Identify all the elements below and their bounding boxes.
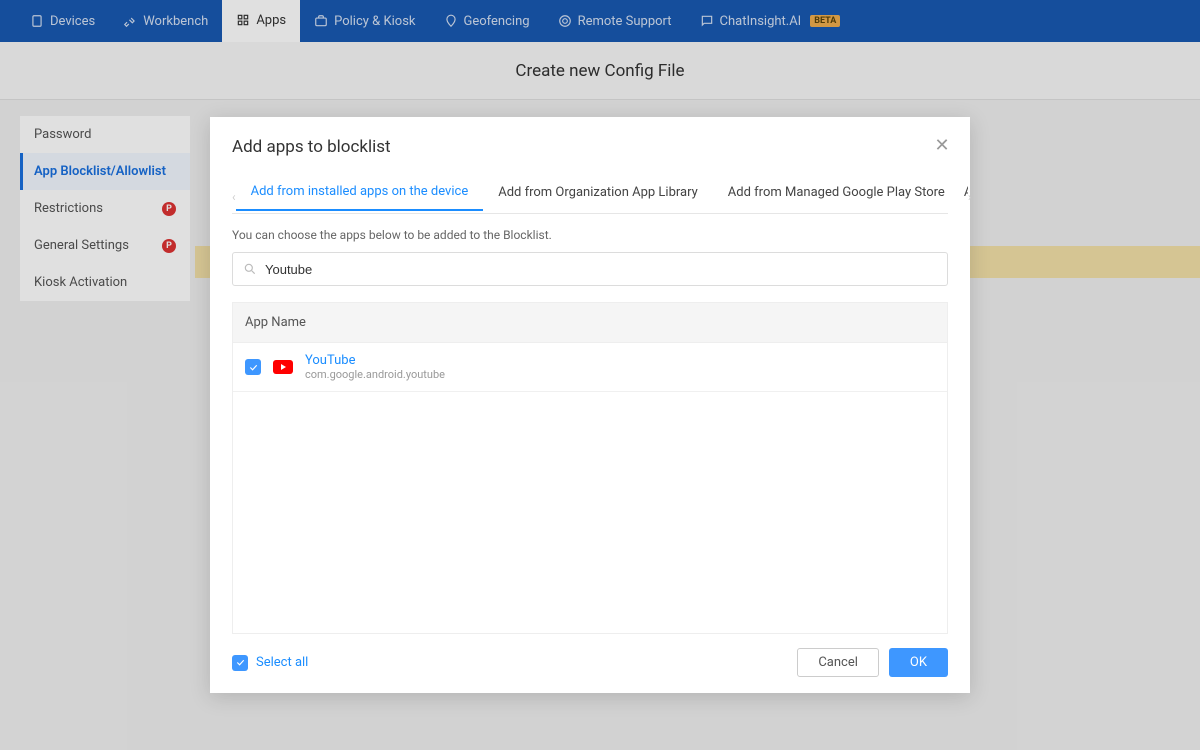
- close-button[interactable]: ✕: [932, 135, 952, 155]
- button-label: OK: [910, 655, 927, 670]
- table-body: YouTube com.google.android.youtube: [233, 343, 947, 633]
- search-input[interactable]: [265, 262, 937, 277]
- tab-overflow[interactable]: A: [960, 185, 968, 210]
- app-meta: YouTube com.google.android.youtube: [305, 353, 445, 381]
- check-icon: [248, 362, 259, 373]
- modal-title: Add apps to blocklist: [232, 137, 948, 157]
- close-icon: ✕: [934, 135, 949, 156]
- search-box[interactable]: [232, 252, 948, 286]
- tab-scroll-right[interactable]: ›: [968, 181, 972, 213]
- modal-footer: Select all Cancel OK: [232, 634, 948, 677]
- app-name: YouTube: [305, 353, 445, 368]
- tab-label: Add from Managed Google Play Store: [728, 185, 945, 200]
- tab-managed-play[interactable]: Add from Managed Google Play Store: [713, 185, 960, 210]
- footer-buttons: Cancel OK: [797, 648, 948, 677]
- table-row[interactable]: YouTube com.google.android.youtube: [233, 343, 947, 392]
- youtube-icon: [273, 360, 293, 374]
- cancel-button[interactable]: Cancel: [797, 648, 879, 677]
- tab-label: Add from Organization App Library: [498, 185, 698, 200]
- table-header-appname: App Name: [233, 303, 947, 343]
- check-icon: [235, 657, 246, 668]
- tab-installed-apps[interactable]: Add from installed apps on the device: [236, 184, 484, 211]
- tab-label: Add from installed apps on the device: [251, 184, 469, 199]
- hint-text: You can choose the apps below to be adde…: [232, 228, 948, 242]
- select-all-checkbox[interactable]: [232, 655, 248, 671]
- select-all[interactable]: Select all: [232, 655, 308, 671]
- search-icon: [243, 262, 257, 276]
- button-label: Cancel: [818, 655, 858, 670]
- apps-table: App Name YouTube com.google.android.yout…: [232, 302, 948, 634]
- select-all-label: Select all: [256, 655, 308, 670]
- tab-org-library[interactable]: Add from Organization App Library: [483, 185, 713, 210]
- ok-button[interactable]: OK: [889, 648, 948, 677]
- add-apps-modal: Add apps to blocklist ✕ ‹ Add from insta…: [210, 117, 970, 693]
- chevron-right-icon: ›: [968, 190, 972, 204]
- app-package: com.google.android.youtube: [305, 368, 445, 381]
- modal-tabs: ‹ Add from installed apps on the device …: [232, 181, 948, 214]
- row-checkbox[interactable]: [245, 359, 261, 375]
